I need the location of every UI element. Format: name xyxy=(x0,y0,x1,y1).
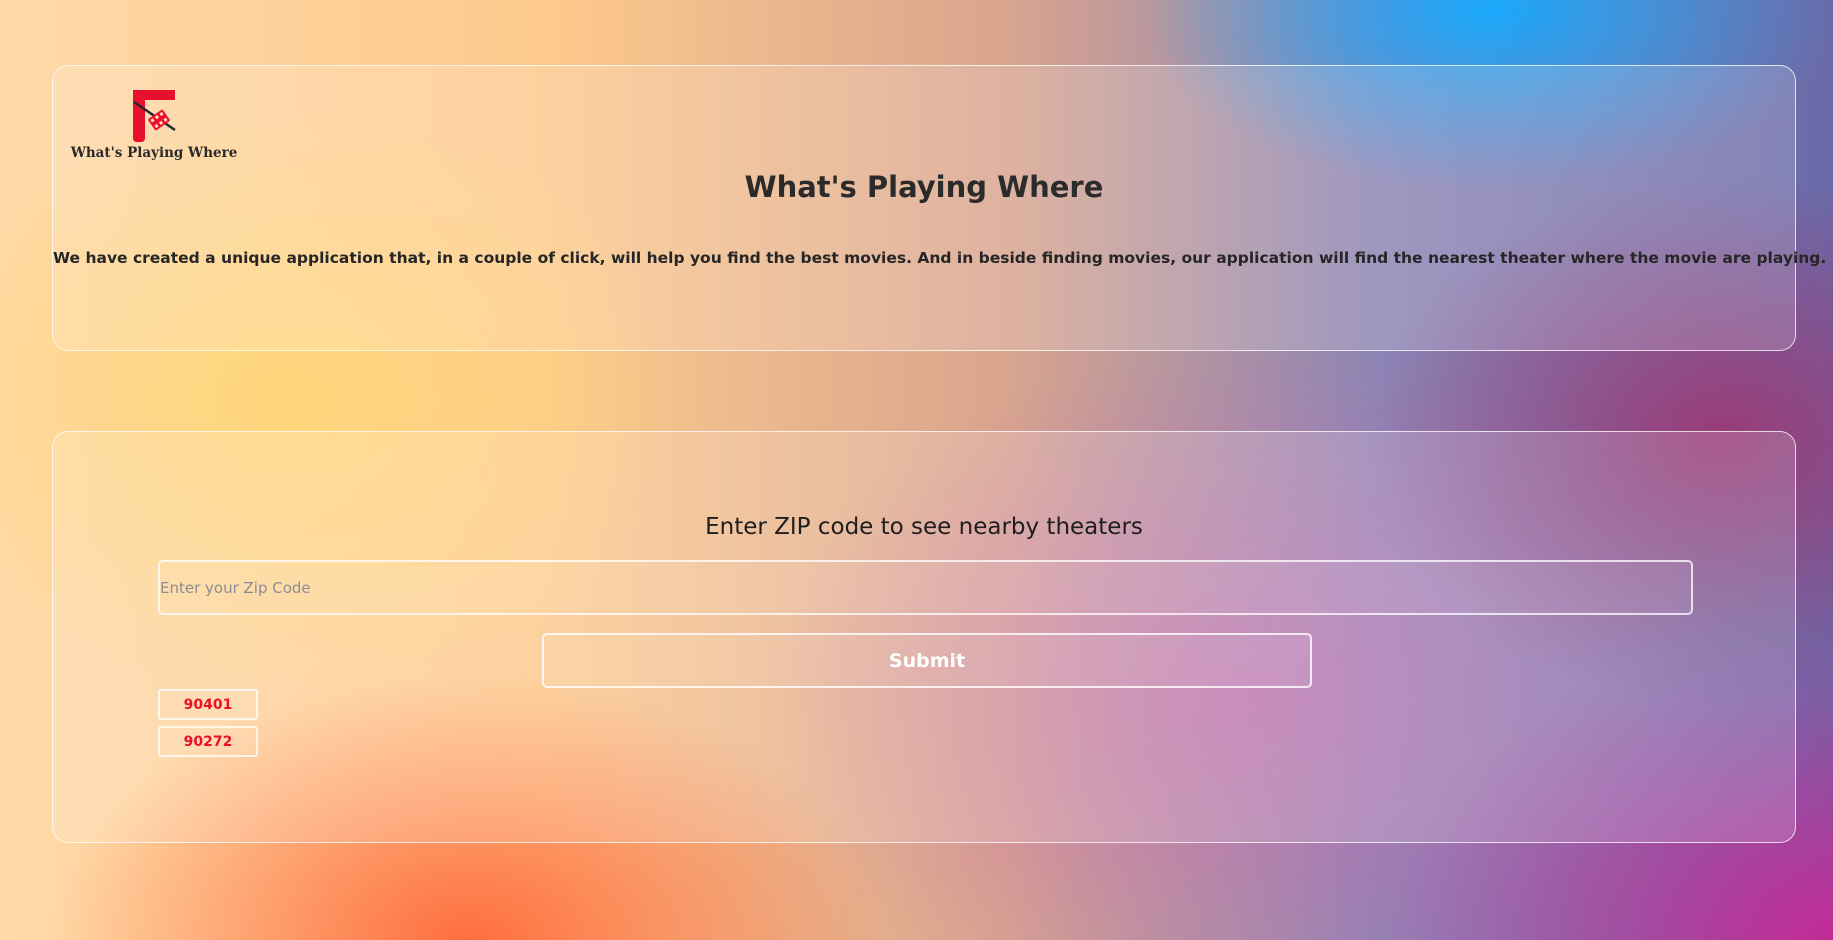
header-panel: What's Playing Where What's Playing Wher… xyxy=(52,65,1827,351)
recent-zip-button[interactable]: 90272 xyxy=(158,726,258,757)
zip-search-panel: Enter ZIP code to see nearby theaters Su… xyxy=(52,431,1796,843)
zip-code-input[interactable] xyxy=(158,560,1693,615)
recent-zip-button[interactable]: 90401 xyxy=(158,689,258,720)
site-logo[interactable]: What's Playing Where xyxy=(61,90,247,161)
zip-search-heading: Enter ZIP code to see nearby theaters xyxy=(705,514,1143,540)
logo-text: What's Playing Where xyxy=(70,145,238,161)
page-title: What's Playing Where xyxy=(744,170,1104,204)
recent-zip-list: 90401 90272 xyxy=(158,689,268,763)
site-description: We have created a unique application tha… xyxy=(53,249,1827,267)
submit-button[interactable]: Submit xyxy=(542,633,1312,688)
film-logo-icon xyxy=(133,90,176,142)
